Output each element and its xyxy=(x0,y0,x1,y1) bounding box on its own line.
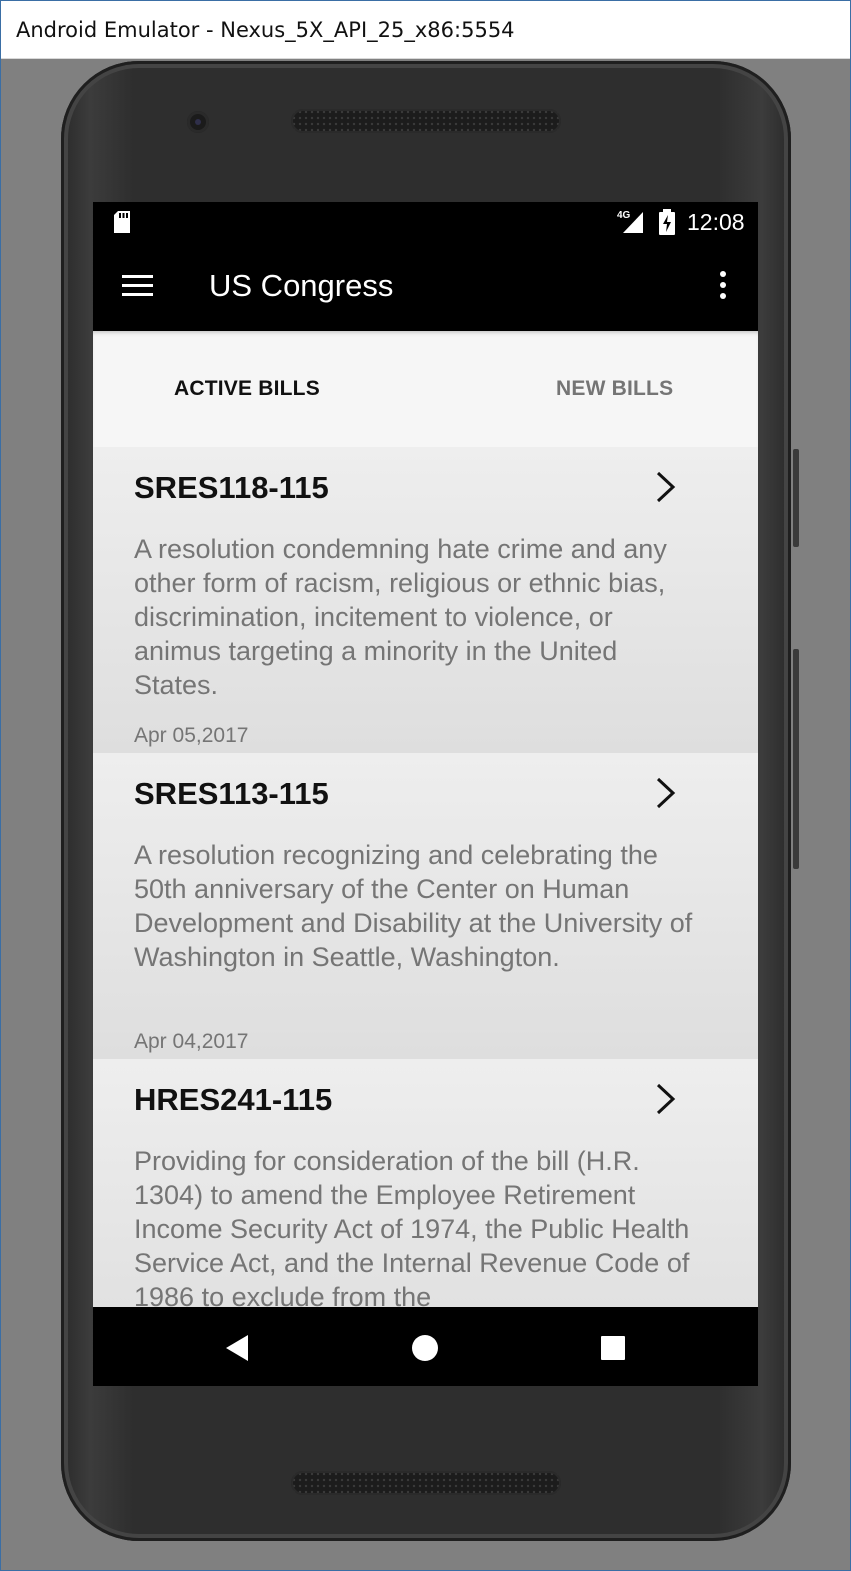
emulator-window: Android Emulator - Nexus_5X_API_25_x86:5… xyxy=(0,0,851,1571)
bill-list[interactable]: SRES118-115 A resolution condemning hate… xyxy=(93,447,758,1307)
more-vert-icon[interactable] xyxy=(713,270,733,302)
front-camera xyxy=(187,111,209,133)
bill-id: SRES113-115 xyxy=(134,776,329,811)
bill-description: Providing for consideration of the bill … xyxy=(134,1146,690,1307)
bill-id: SRES118-115 xyxy=(134,470,329,505)
chevron-right-icon[interactable] xyxy=(654,1082,678,1116)
top-speaker xyxy=(291,109,561,133)
chevron-right-icon[interactable] xyxy=(654,776,678,810)
bill-id: HRES241-115 xyxy=(134,1082,333,1117)
status-clock: 12:08 xyxy=(687,209,745,235)
app-bar: US Congress xyxy=(93,242,758,331)
network-type-label: 4G xyxy=(617,210,631,221)
sd-card-icon xyxy=(114,211,130,233)
navigation-bar xyxy=(93,1307,758,1386)
tab-bar: ACTIVE BILLS NEW BILLS xyxy=(93,331,758,447)
menu-icon[interactable] xyxy=(121,273,155,299)
bill-card[interactable]: SRES118-115 A resolution condemning hate… xyxy=(93,447,758,753)
chevron-right-icon[interactable] xyxy=(654,470,678,504)
home-icon[interactable] xyxy=(411,1334,439,1362)
bill-card[interactable]: SRES113-115 A resolution recognizing and… xyxy=(93,753,758,1059)
app-title: US Congress xyxy=(209,268,394,303)
bill-description: A resolution recognizing and celebrating… xyxy=(134,840,693,972)
bottom-speaker xyxy=(291,1471,561,1495)
back-icon[interactable] xyxy=(224,1334,250,1362)
tab-new-bills[interactable]: NEW BILLS xyxy=(556,377,673,401)
recents-icon[interactable] xyxy=(600,1335,626,1361)
window-title: Android Emulator - Nexus_5X_API_25_x86:5… xyxy=(16,18,515,42)
volume-button[interactable] xyxy=(793,649,799,869)
bill-date: Apr 04,2017 xyxy=(134,1030,249,1053)
device-screen: 4G 12:08 US Congress ACTIVE BILLS NEW BI… xyxy=(93,202,758,1386)
bill-date: Apr 05,2017 xyxy=(134,724,249,747)
battery-charging-icon xyxy=(659,209,675,235)
window-titlebar: Android Emulator - Nexus_5X_API_25_x86:5… xyxy=(1,1,850,59)
status-bar: 4G 12:08 xyxy=(93,202,758,242)
power-button[interactable] xyxy=(793,449,799,547)
bill-card[interactable]: HRES241-115 Providing for consideration … xyxy=(93,1059,758,1307)
tab-active-bills[interactable]: ACTIVE BILLS xyxy=(174,377,320,401)
signal-4g-icon: 4G xyxy=(617,210,643,233)
bill-description: A resolution condemning hate crime and a… xyxy=(134,534,667,700)
